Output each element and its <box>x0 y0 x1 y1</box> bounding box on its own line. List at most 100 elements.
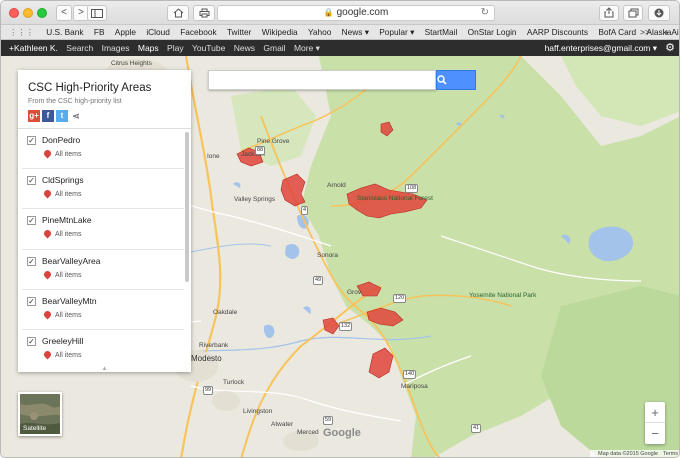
sidebar-button[interactable] <box>87 5 107 21</box>
route-shield: 120 <box>393 294 407 303</box>
map-label-groveland: Grov <box>347 289 362 296</box>
top-sites-grid-icon[interactable]: ⋮⋮⋮ <box>9 25 34 39</box>
share-button[interactable] <box>599 5 619 21</box>
zoom-out-button[interactable]: − <box>645 423 665 444</box>
layer-checkbox[interactable]: ✓ <box>27 256 36 266</box>
layer-checkbox[interactable]: ✓ <box>27 136 36 145</box>
map-label-merced: Merced <box>297 429 319 436</box>
zoom-window-button[interactable] <box>37 8 47 18</box>
layer-list: ✓ DonPedro All items ✓ CldSprings All it… <box>18 129 191 366</box>
layer-checkbox[interactable]: ✓ <box>27 176 36 186</box>
gbar-play-link[interactable]: Play <box>167 40 184 56</box>
gbar-more-menu[interactable]: More ▾ <box>294 40 320 56</box>
layer-items-link[interactable]: All items <box>55 151 81 158</box>
downloads-button[interactable] <box>648 5 670 21</box>
terms-link[interactable]: Terms <box>663 451 678 457</box>
map-canvas[interactable]: Citrus Heights Pine Grove Jackson Ione V… <box>1 56 679 457</box>
layer-item: ✓ BearValleyMtn All items <box>22 290 184 330</box>
gbar-maps-link[interactable]: Maps <box>138 40 159 56</box>
layer-name[interactable]: BearValleyMtn <box>42 296 97 306</box>
bookmark-item[interactable]: StartMail <box>425 25 458 39</box>
gbar-profile-link[interactable]: +Kathleen K. <box>9 40 58 56</box>
minimize-window-button[interactable] <box>23 8 33 18</box>
gbar-images-link[interactable]: Images <box>102 40 130 56</box>
layer-items-link[interactable]: All items <box>55 352 81 359</box>
bookmark-item[interactable]: Facebook <box>180 25 216 39</box>
add-tab-icon[interactable]: + <box>664 25 669 39</box>
gbar-news-link[interactable]: News <box>234 40 255 56</box>
bookmark-item[interactable]: OnStar Login <box>468 25 517 39</box>
layer-items-link[interactable]: All items <box>55 231 81 238</box>
satellite-toggle[interactable]: Satellite <box>18 392 62 436</box>
map-search-button[interactable] <box>436 70 476 90</box>
layer-checkbox[interactable]: ✓ <box>27 336 36 346</box>
google-plus-share-icon[interactable]: g+ <box>28 110 40 122</box>
route-shield: 41 <box>471 424 482 433</box>
address-bar[interactable]: 🔒 google.com ↻ <box>217 5 495 21</box>
back-button[interactable]: < <box>56 5 72 21</box>
layer-items-link[interactable]: All items <box>55 191 81 198</box>
layer-name[interactable]: BearValleyArea <box>42 256 100 266</box>
zoom-in-button[interactable]: + <box>645 402 665 423</box>
share-icon[interactable]: ⋖ <box>70 110 82 122</box>
map-label-pine-grove: Pine Grove <box>257 138 290 145</box>
route-shield: 4 <box>301 206 309 215</box>
map-pin-icon <box>42 148 53 159</box>
route-shield: 49 <box>313 276 324 285</box>
layer-items-link[interactable]: All items <box>55 272 81 279</box>
address-text: google.com <box>336 7 389 18</box>
bookmark-item[interactable]: BofA Card <box>598 25 636 39</box>
bookmarks-bar: ⋮⋮⋮ U.S. Bank FB Apple iCloud Facebook T… <box>1 25 679 40</box>
gear-icon[interactable]: ⚙ <box>665 40 675 56</box>
back-arrow-icon: < <box>61 7 67 18</box>
bookmark-item[interactable]: AARP Discounts <box>527 25 588 39</box>
lake <box>285 243 300 259</box>
bookmark-item[interactable]: Apple <box>115 25 136 39</box>
panel-scrollbar[interactable] <box>185 132 189 282</box>
layer-name[interactable]: DonPedro <box>42 135 80 145</box>
gbar-search-link[interactable]: Search <box>66 40 93 56</box>
bookmark-folder[interactable]: Popular ▾ <box>379 25 414 39</box>
layer-name[interactable]: PineMtnLake <box>42 215 92 225</box>
browser-toolbar: < > 🔒 google.com ↻ <box>1 1 679 25</box>
home-button[interactable] <box>167 5 189 21</box>
tabs-button[interactable] <box>623 5 643 21</box>
layer-items-link[interactable]: All items <box>55 312 81 319</box>
account-menu[interactable]: haff.enterprises@gmail.com ▾ <box>545 40 657 56</box>
bookmark-item[interactable]: Wikipedia <box>262 25 298 39</box>
map-label-ione: Ione <box>207 153 220 160</box>
collapse-panel-icon[interactable]: ▲ <box>18 366 191 372</box>
route-shield: 59 <box>323 416 334 425</box>
bookmark-item[interactable]: FB <box>94 25 105 39</box>
map-search-input[interactable] <box>208 70 436 90</box>
bookmark-item[interactable]: iCloud <box>146 25 170 39</box>
bookmark-item[interactable]: U.S. Bank <box>46 25 83 39</box>
route-shield: 140 <box>403 370 417 379</box>
map-pin-icon <box>42 188 53 199</box>
more-bookmarks-label: >> <box>640 27 650 37</box>
panel-title: CSC High-Priority Areas <box>28 82 152 94</box>
layer-checkbox[interactable]: ✓ <box>27 216 36 226</box>
satellite-label: Satellite <box>23 425 47 432</box>
reload-icon[interactable]: ↻ <box>481 6 489 20</box>
print-icon <box>199 8 209 18</box>
search-icon <box>437 75 447 85</box>
layer-item: ✓ BearValleyArea All items <box>22 250 184 290</box>
bookmark-item[interactable]: Twitter <box>227 25 251 39</box>
twitter-share-icon[interactable]: t <box>56 110 68 122</box>
more-bookmarks-button[interactable]: >> + <box>640 25 677 39</box>
map-label-modesto: Modesto <box>191 354 222 363</box>
layer-checkbox[interactable]: ✓ <box>27 296 36 306</box>
close-window-button[interactable] <box>9 8 19 18</box>
bookmark-item[interactable]: Yahoo <box>308 25 331 39</box>
gbar-youtube-link[interactable]: YouTube <box>192 40 225 56</box>
layer-name[interactable]: CldSprings <box>42 175 84 185</box>
gbar-gmail-link[interactable]: Gmail <box>263 40 285 56</box>
layer-item: ✓ DonPedro All items <box>22 129 184 170</box>
route-shield: 88 <box>255 146 266 155</box>
print-button[interactable] <box>193 5 215 21</box>
route-shield: 99 <box>203 386 214 395</box>
layer-name[interactable]: GreeleyHill <box>42 336 84 346</box>
facebook-share-icon[interactable]: f <box>42 110 54 122</box>
bookmark-folder[interactable]: News ▾ <box>342 25 369 39</box>
